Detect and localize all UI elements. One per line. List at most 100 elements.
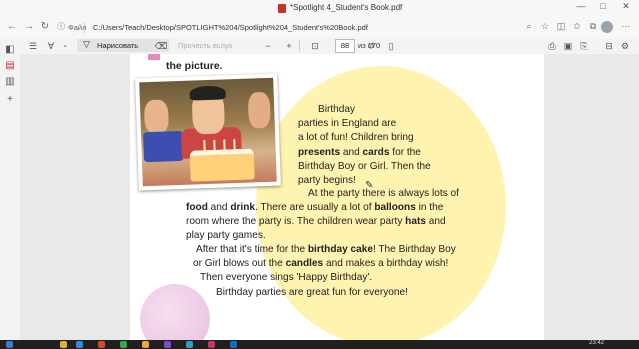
zoom-out-button[interactable]: − bbox=[261, 40, 275, 52]
document-outline-icon[interactable]: ▥ bbox=[4, 76, 16, 88]
pin-icon[interactable]: ⊟ bbox=[602, 40, 616, 52]
draw-label: Нарисовать bbox=[97, 41, 139, 50]
balloon-decoration bbox=[140, 284, 210, 340]
rotate-icon[interactable]: ↺ bbox=[364, 40, 378, 52]
pen-icon: ▽ bbox=[83, 39, 90, 49]
favorites-bar-icon[interactable]: ✩ bbox=[570, 21, 584, 32]
text-line: After that it's time for the birthday ca… bbox=[196, 244, 456, 255]
taskbar-app-icon[interactable] bbox=[164, 341, 171, 348]
info-icon[interactable]: ⓘ bbox=[54, 21, 68, 32]
keyword: food bbox=[186, 202, 208, 213]
eraser-icon[interactable]: ⌫ bbox=[154, 40, 168, 52]
text-span: and bbox=[425, 216, 446, 227]
text-span: Birthday bbox=[318, 104, 356, 115]
avatar[interactable] bbox=[601, 21, 613, 33]
contents-icon[interactable]: ☰ bbox=[26, 40, 40, 52]
read-aloud-button[interactable]: Прочесть вслух bbox=[178, 41, 232, 50]
sidebar-toggle-icon[interactable]: ◧ bbox=[4, 44, 16, 56]
candle bbox=[233, 139, 236, 152]
child-figure bbox=[247, 91, 271, 129]
text-span: At the party there is always lots of bbox=[308, 188, 459, 199]
highlight-dropdown-icon[interactable]: ⌄ bbox=[58, 40, 72, 52]
settings-icon[interactable]: ⚙ bbox=[618, 40, 632, 52]
text-line: Birthday bbox=[318, 104, 355, 115]
zoom-in-button[interactable]: + bbox=[282, 40, 296, 52]
text-line: presents and cards for the bbox=[298, 147, 421, 158]
text-span: party begins! bbox=[298, 175, 356, 186]
refresh-icon[interactable]: ↻ bbox=[38, 21, 52, 32]
title-bar: *Spotlight 4_Student's Book.pdf — □ ✕ bbox=[0, 0, 639, 17]
save-icon[interactable]: ▣ bbox=[561, 40, 575, 52]
favorite-icon[interactable]: ☆ bbox=[538, 21, 552, 32]
text-line: room where the party is. The children we… bbox=[186, 216, 446, 227]
text-span: ! The Birthday Boy bbox=[372, 244, 456, 255]
keyword: candles bbox=[285, 258, 324, 269]
highlight-icon[interactable]: ∀ bbox=[44, 40, 58, 52]
text-line: play party games. bbox=[186, 230, 266, 241]
page-number-input[interactable]: 88 bbox=[335, 39, 355, 53]
save-as-icon[interactable]: ⎘ bbox=[577, 40, 591, 52]
candle bbox=[203, 140, 206, 153]
text-span: Birthday parties are great fun for every… bbox=[216, 287, 408, 298]
text-span: play party games. bbox=[186, 230, 266, 241]
forward-icon[interactable]: → bbox=[22, 21, 36, 32]
address-divider bbox=[84, 22, 85, 33]
taskbar-app-icon[interactable] bbox=[60, 341, 67, 348]
print-icon[interactable]: ⎙ bbox=[545, 40, 559, 52]
keyword: drink bbox=[230, 202, 255, 213]
text-span: for the bbox=[389, 147, 421, 158]
zoom-icon[interactable]: ⌕ bbox=[522, 21, 536, 32]
toolbar-divider bbox=[299, 40, 300, 51]
taskbar-app-icon[interactable] bbox=[76, 341, 83, 348]
text-line: party begins! bbox=[298, 175, 356, 186]
text-span: or Girl blows out the bbox=[193, 258, 286, 269]
birthday-photo bbox=[135, 73, 281, 191]
start-icon[interactable] bbox=[6, 341, 13, 348]
pdf-toolbar: ☰ ∀ ⌄ ▽ Нарисовать ⌄ ⌫ Прочесть вслух − … bbox=[20, 38, 639, 55]
table-decoration bbox=[142, 130, 184, 163]
page-view-icon[interactable]: ▯ bbox=[384, 40, 398, 52]
keyword: presents bbox=[298, 147, 341, 158]
minimize-button[interactable]: — bbox=[574, 1, 588, 11]
text-line: Birthday Boy or Girl. Then the bbox=[298, 161, 431, 172]
candle bbox=[223, 139, 226, 152]
taskbar: 23:42 bbox=[0, 340, 639, 349]
pdf-icon bbox=[278, 4, 286, 13]
split-screen-icon[interactable]: ◫ bbox=[554, 21, 568, 32]
more-icon[interactable]: ⋯ bbox=[619, 21, 633, 32]
taskbar-app-icon[interactable] bbox=[98, 341, 105, 348]
window-title: *Spotlight 4_Student's Book.pdf bbox=[290, 3, 403, 12]
pink-marker bbox=[148, 54, 160, 60]
add-icon[interactable]: + bbox=[4, 94, 16, 106]
child-figure bbox=[143, 99, 170, 135]
boy-hair bbox=[189, 85, 226, 101]
taskbar-app-icon[interactable] bbox=[208, 341, 215, 348]
maximize-button[interactable]: □ bbox=[596, 1, 610, 11]
back-icon[interactable]: ← bbox=[5, 21, 19, 32]
text-span: and bbox=[340, 147, 363, 158]
text-line: or Girl blows out the candles and makes … bbox=[193, 258, 448, 269]
left-rail: ◧ ▤ ▥ + bbox=[0, 38, 21, 340]
text-line: At the party there is always lots of bbox=[308, 188, 459, 199]
document-viewer[interactable]: the picture. Birthday parties in England … bbox=[20, 54, 639, 340]
candle bbox=[213, 139, 216, 152]
close-button[interactable]: ✕ bbox=[619, 1, 633, 12]
taskbar-clock: 23:42 bbox=[589, 340, 605, 346]
taskbar-app-icon[interactable] bbox=[186, 341, 193, 348]
text-line: Birthday parties are great fun for every… bbox=[216, 287, 408, 298]
text-span: . There are usually a lot of bbox=[255, 202, 375, 213]
address-url[interactable]: C:/Users/Teach/Desktop/SPOTLIGHT%204/Spo… bbox=[93, 23, 368, 32]
text-span: room where the party is. The children we… bbox=[186, 216, 406, 227]
keyword: balloons bbox=[374, 202, 416, 213]
taskbar-app-icon[interactable] bbox=[142, 341, 149, 348]
taskbar-app-icon[interactable] bbox=[120, 341, 127, 348]
taskbar-app-icon[interactable] bbox=[230, 341, 237, 348]
fit-page-icon[interactable]: ⊡ bbox=[308, 40, 322, 52]
text-span: and makes a birthday wish! bbox=[323, 258, 449, 269]
text-line: Then everyone sings 'Happy Birthday'. bbox=[200, 272, 372, 283]
text-span: parties in England are bbox=[298, 118, 397, 129]
text-line: food and drink. There are usually a lot … bbox=[186, 202, 443, 213]
text-span: Then everyone sings 'Happy Birthday'. bbox=[200, 272, 373, 283]
collections-icon[interactable]: ⧉ bbox=[586, 21, 600, 32]
page-thumbnail-icon[interactable]: ▤ bbox=[4, 60, 16, 72]
